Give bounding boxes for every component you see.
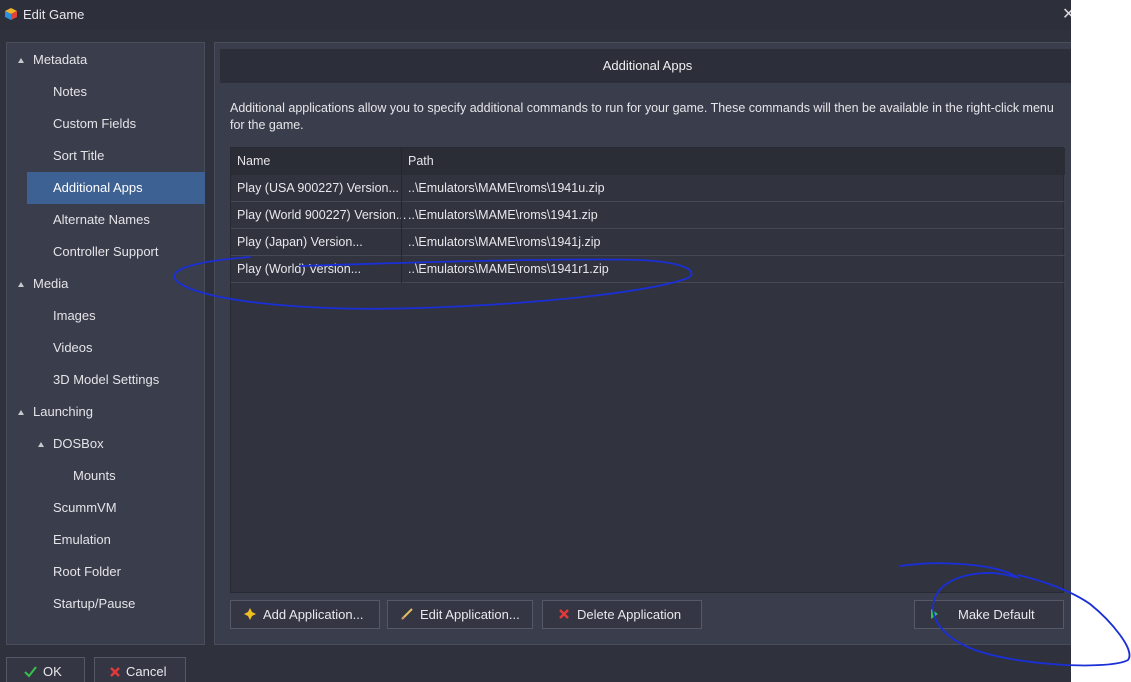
sidebar-item-controller-support[interactable]: Controller Support	[53, 236, 159, 268]
table-row[interactable]: Play (World 900227) Version... ..\Emulat…	[231, 202, 1065, 229]
ok-label: OK	[43, 664, 62, 679]
play-icon	[931, 609, 938, 619]
cancel-icon	[110, 667, 120, 677]
delete-icon	[559, 609, 569, 619]
cancel-label: Cancel	[126, 664, 167, 679]
sidebar-section-metadata[interactable]: Metadata	[33, 44, 87, 76]
row-name: Play (USA 900227) Version...	[237, 181, 399, 195]
close-icon[interactable]: ✕	[1062, 4, 1071, 24]
sidebar-item-additional-apps[interactable]: Additional Apps	[27, 172, 205, 204]
checkmark-icon	[24, 666, 37, 678]
add-icon	[244, 608, 256, 620]
sidebar-item-custom-fields[interactable]: Custom Fields	[53, 108, 136, 140]
pencil-icon	[401, 608, 413, 620]
panel-header: Additional Apps	[220, 49, 1071, 83]
row-path: ..\Emulators\MAME\roms\1941u.zip	[408, 181, 605, 195]
edit-application-label: Edit Application...	[420, 607, 520, 622]
column-header-path[interactable]: Path	[408, 148, 434, 175]
sidebar-item-scummvm[interactable]: ScummVM	[53, 492, 117, 524]
sidebar-item-emulation[interactable]: Emulation	[53, 524, 111, 556]
row-path: ..\Emulators\MAME\roms\1941r1.zip	[408, 262, 609, 276]
row-name: Play (Japan) Version...	[237, 235, 363, 249]
additional-apps-panel: Additional Apps Additional applications …	[214, 42, 1071, 645]
expand-triangle-icon[interactable]	[18, 282, 24, 287]
sidebar-item-3d-model-settings[interactable]: 3D Model Settings	[53, 364, 159, 396]
window-title: Edit Game	[23, 7, 85, 22]
row-name: Play (World 900227) Version...	[237, 208, 407, 222]
make-default-label: Make Default	[958, 607, 1035, 622]
column-divider[interactable]	[401, 148, 402, 283]
delete-application-button[interactable]: Delete Application	[542, 600, 702, 629]
cancel-button[interactable]: Cancel	[94, 657, 186, 682]
table-row[interactable]: Play (World) Version... ..\Emulators\MAM…	[231, 256, 1065, 283]
title-bar: Edit Game ✕	[0, 0, 1071, 30]
sidebar-item-images[interactable]: Images	[53, 300, 96, 332]
row-name: Play (World) Version...	[237, 262, 362, 276]
sidebar-item-notes[interactable]: Notes	[53, 76, 87, 108]
sidebar-item-sort-title[interactable]: Sort Title	[53, 140, 104, 172]
launchbox-logo-icon	[5, 8, 17, 20]
sidebar-section-launching[interactable]: Launching	[33, 396, 93, 428]
sidebar-item-mounts[interactable]: Mounts	[73, 460, 116, 492]
expand-triangle-icon[interactable]	[18, 410, 24, 415]
panel-description: Additional applications allow you to spe…	[230, 101, 1054, 132]
expand-triangle-icon[interactable]	[38, 442, 44, 447]
table-header: Name Path	[231, 148, 1065, 175]
ok-button[interactable]: OK	[6, 657, 85, 682]
sidebar-item-root-folder[interactable]: Root Folder	[53, 556, 121, 588]
row-path: ..\Emulators\MAME\roms\1941j.zip	[408, 235, 601, 249]
add-application-label: Add Application...	[263, 607, 364, 622]
sidebar-item-startup-pause[interactable]: Startup/Pause	[53, 588, 135, 620]
apps-table: Name Path Play (USA 900227) Version... .…	[230, 147, 1065, 593]
sidebar-item-videos[interactable]: Videos	[53, 332, 93, 364]
delete-application-label: Delete Application	[577, 607, 682, 622]
edit-game-window: Edit Game ✕ Metadata Notes Custom Fields…	[0, 0, 1071, 682]
sidebar-nav: Metadata Notes Custom Fields Sort Title …	[6, 42, 205, 645]
column-header-name[interactable]: Name	[237, 148, 270, 175]
table-row[interactable]: Play (USA 900227) Version... ..\Emulator…	[231, 175, 1065, 202]
make-default-button[interactable]: Make Default	[914, 600, 1064, 629]
sidebar-item-alternate-names[interactable]: Alternate Names	[53, 204, 150, 236]
edit-application-button[interactable]: Edit Application...	[387, 600, 533, 629]
row-path: ..\Emulators\MAME\roms\1941.zip	[408, 208, 598, 222]
add-application-button[interactable]: Add Application...	[230, 600, 380, 629]
table-row[interactable]: Play (Japan) Version... ..\Emulators\MAM…	[231, 229, 1065, 256]
sidebar-item-dosbox[interactable]: DOSBox	[53, 428, 104, 460]
expand-triangle-icon[interactable]	[18, 58, 24, 63]
sidebar-section-media[interactable]: Media	[33, 268, 68, 300]
